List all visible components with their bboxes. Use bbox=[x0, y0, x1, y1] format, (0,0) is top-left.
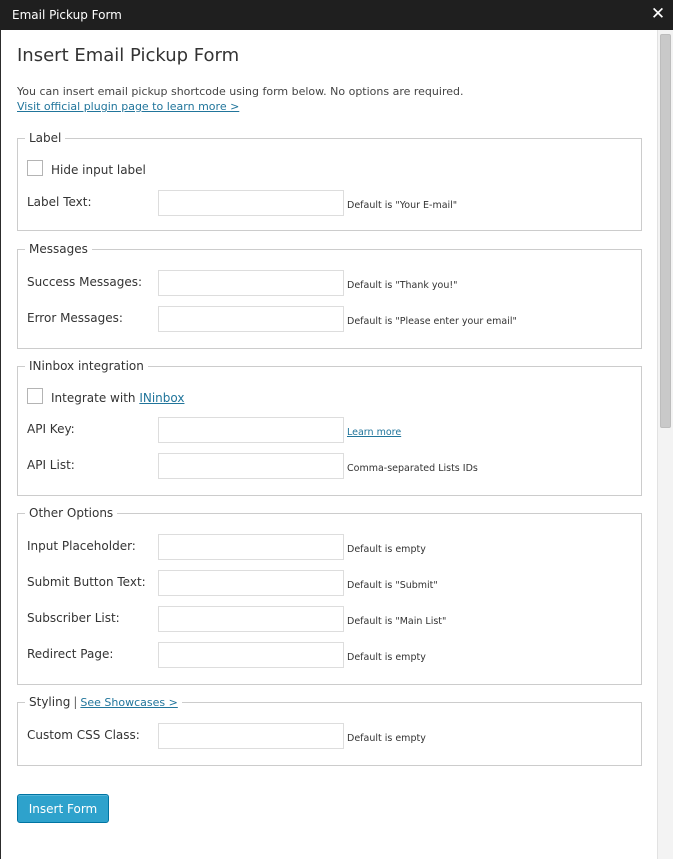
success-message-input[interactable] bbox=[158, 270, 344, 296]
label-text-label: Label Text: bbox=[27, 195, 92, 209]
dialog-titlebar: Email Pickup Form ✕ bbox=[0, 0, 673, 30]
placeholder-input[interactable] bbox=[158, 534, 344, 560]
dialog-title: Email Pickup Form bbox=[12, 8, 122, 22]
subscriber-list-label: Subscriber List: bbox=[27, 611, 120, 625]
success-message-label: Success Messages: bbox=[27, 275, 143, 289]
learn-more-link[interactable]: Learn more bbox=[347, 427, 401, 438]
placeholder-hint: Default is empty bbox=[347, 544, 426, 555]
error-message-input[interactable] bbox=[158, 306, 344, 332]
success-message-row: Success Messages: Default is "Thank you!… bbox=[18, 270, 641, 296]
redirect-page-row: Redirect Page: Default is empty bbox=[18, 642, 641, 668]
scrollbar-thumb[interactable] bbox=[660, 34, 671, 428]
other-options-fieldset: Other Options Input Placeholder: Default… bbox=[17, 506, 642, 685]
api-list-label: API List: bbox=[27, 458, 75, 472]
redirect-page-label: Redirect Page: bbox=[27, 647, 114, 661]
placeholder-row: Input Placeholder: Default is empty bbox=[18, 534, 641, 560]
label-text-hint: Default is "Your E-mail" bbox=[347, 200, 458, 211]
submit-text-row: Submit Button Text: Default is "Submit" bbox=[18, 570, 641, 596]
plugin-page-link[interactable]: Visit official plugin page to learn more… bbox=[17, 100, 239, 113]
vertical-scrollbar[interactable] bbox=[657, 30, 673, 859]
integrate-text: Integrate with INinbox bbox=[51, 391, 184, 405]
integrate-option: Integrate with INinbox bbox=[27, 388, 527, 406]
ininbox-fieldset: INinbox integration Integrate with INinb… bbox=[17, 359, 642, 496]
redirect-page-hint: Default is empty bbox=[347, 652, 426, 663]
hide-label-option: Hide input label bbox=[27, 160, 527, 178]
styling-legend: Styling | See Showcases > bbox=[25, 695, 182, 710]
css-class-row: Custom CSS Class: Default is empty bbox=[18, 723, 641, 749]
api-key-input[interactable] bbox=[158, 417, 344, 443]
insert-form-button[interactable]: Insert Form bbox=[17, 794, 109, 823]
submit-text-input[interactable] bbox=[158, 570, 344, 596]
label-text-row: Label Text: Default is "Your E-mail" bbox=[18, 190, 641, 216]
label-fieldset: Label Hide input label Label Text: Defau… bbox=[17, 131, 642, 231]
integrate-prefix: Integrate with bbox=[51, 391, 140, 405]
hide-label-text: Hide input label bbox=[51, 163, 146, 177]
subscriber-list-hint: Default is "Main List" bbox=[347, 616, 447, 627]
page-title: Insert Email Pickup Form bbox=[17, 45, 240, 66]
hide-label-checkbox[interactable] bbox=[27, 160, 43, 176]
integrate-checkbox[interactable] bbox=[27, 388, 43, 404]
subscriber-list-input[interactable] bbox=[158, 606, 344, 632]
error-message-label: Error Messages: bbox=[27, 311, 123, 325]
placeholder-label: Input Placeholder: bbox=[27, 539, 136, 553]
css-class-label: Custom CSS Class: bbox=[27, 728, 140, 742]
api-list-input[interactable] bbox=[158, 453, 344, 479]
submit-text-label: Submit Button Text: bbox=[27, 575, 146, 589]
redirect-page-input[interactable] bbox=[158, 642, 344, 668]
intro-text: You can insert email pickup shortcode us… bbox=[17, 85, 464, 98]
api-key-row: API Key: Learn more bbox=[18, 417, 641, 443]
css-class-input[interactable] bbox=[158, 723, 344, 749]
styling-legend-text: Styling bbox=[29, 695, 71, 709]
messages-fieldset: Messages Success Messages: Default is "T… bbox=[17, 242, 642, 349]
messages-legend: Messages bbox=[25, 242, 92, 256]
ininbox-legend: INinbox integration bbox=[25, 359, 148, 373]
label-text-input[interactable] bbox=[158, 190, 344, 216]
error-message-hint: Default is "Please enter your email" bbox=[347, 316, 517, 327]
subscriber-list-row: Subscriber List: Default is "Main List" bbox=[18, 606, 641, 632]
close-icon[interactable]: ✕ bbox=[649, 4, 667, 24]
api-key-label: API Key: bbox=[27, 422, 75, 436]
see-showcases-link[interactable]: See Showcases > bbox=[80, 696, 177, 709]
css-class-hint: Default is empty bbox=[347, 733, 426, 744]
other-options-legend: Other Options bbox=[25, 506, 118, 520]
error-message-row: Error Messages: Default is "Please enter… bbox=[18, 306, 641, 332]
submit-text-hint: Default is "Submit" bbox=[347, 580, 438, 591]
api-list-row: API List: Comma-separated Lists IDs bbox=[18, 453, 641, 479]
label-legend: Label bbox=[25, 131, 66, 145]
api-list-hint: Comma-separated Lists IDs bbox=[347, 463, 478, 474]
legend-separator: | bbox=[73, 695, 78, 709]
success-message-hint: Default is "Thank you!" bbox=[347, 280, 458, 291]
ininbox-link[interactable]: INinbox bbox=[139, 391, 184, 405]
styling-fieldset: Styling | See Showcases > Custom CSS Class… bbox=[17, 695, 642, 766]
